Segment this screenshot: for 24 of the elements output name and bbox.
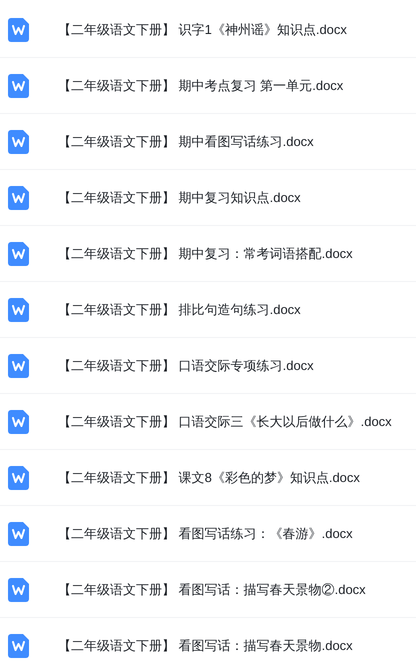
word-file-icon [8,18,29,42]
word-file-icon [8,522,29,546]
word-file-icon [8,298,29,322]
file-name[interactable]: 【二年级语文下册】 期中复习知识点.docx [58,188,301,208]
file-name[interactable]: 【二年级语文下册】 看图写话：描写春天景物②.docx [58,580,366,600]
word-file-icon [8,74,29,98]
word-file-icon [8,242,29,266]
file-name[interactable]: 【二年级语文下册】 排比句造句练习.docx [58,300,301,320]
word-file-icon [8,354,29,378]
file-name[interactable]: 【二年级语文下册】 口语交际专项练习.docx [58,356,314,376]
word-file-icon [8,634,29,658]
file-name[interactable]: 【二年级语文下册】 口语交际三《长大以后做什么》.docx [58,412,392,432]
file-name[interactable]: 【二年级语文下册】 期中复习：常考词语搭配.docx [58,244,353,264]
file-name[interactable]: 【二年级语文下册】 识字1《神州谣》知识点.docx [58,20,347,40]
file-name[interactable]: 【二年级语文下册】 看图写话练习：《春游》.docx [58,524,353,544]
word-file-icon [8,578,29,602]
file-name[interactable]: 【二年级语文下册】 课文8《彩色的梦》知识点.docx [58,468,360,488]
word-file-icon [8,410,29,434]
file-name[interactable]: 【二年级语文下册】 期中考点复习 第一单元.docx [58,76,344,96]
word-file-icon [8,130,29,154]
file-name[interactable]: 【二年级语文下册】 期中看图写话练习.docx [58,132,314,152]
word-file-icon [8,466,29,490]
file-name[interactable]: 【二年级语文下册】 看图写话：描写春天景物.docx [58,636,353,656]
word-file-icon [8,186,29,210]
